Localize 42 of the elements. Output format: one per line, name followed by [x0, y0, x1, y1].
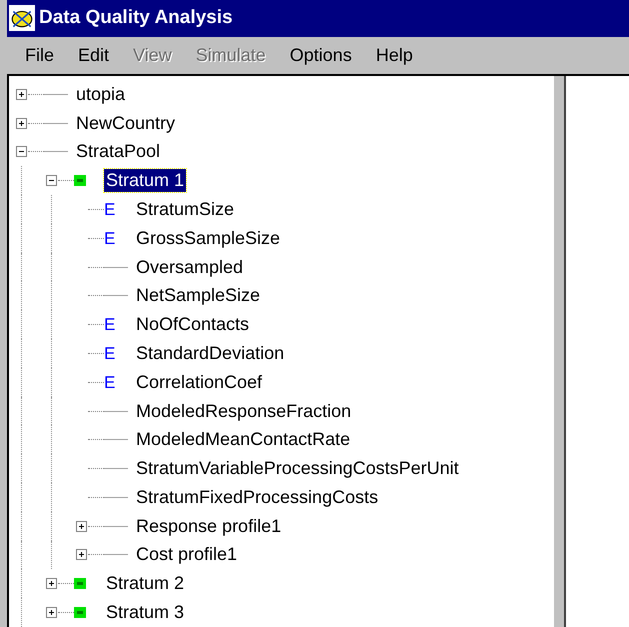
tree-item[interactable]: NewCountry: [74, 112, 178, 135]
tree-item[interactable]: StratumFixedProcessingCosts: [134, 486, 380, 509]
tree-item[interactable]: StratumSize: [134, 198, 236, 221]
tree-item[interactable]: StratumVariableProcessingCostsPerUnit: [134, 457, 461, 480]
expand-toggle-icon[interactable]: [16, 88, 27, 100]
window-title: Data Quality Analysis: [39, 7, 233, 30]
variable-letter: E: [104, 316, 116, 334]
tree-item[interactable]: Stratum 3: [104, 601, 186, 624]
variable-letter: E: [104, 344, 116, 362]
tree-item[interactable]: ModeledMeanContactRate: [134, 428, 352, 452]
stratum-icon: [74, 607, 86, 618]
expand-toggle-icon[interactable]: [76, 520, 87, 532]
tree-item[interactable]: GrossSampleSize: [134, 226, 282, 250]
menu-item[interactable]: File: [13, 44, 66, 66]
stratum-icon: [74, 578, 86, 590]
variable-letter: E: [104, 230, 116, 247]
stratum-icon: [74, 175, 86, 186]
tree-item[interactable]: NetSampleSize: [134, 284, 262, 308]
menu-item[interactable]: Options: [278, 44, 364, 66]
tree-item[interactable]: Oversampled: [134, 256, 246, 279]
expand-toggle-icon[interactable]: [46, 175, 57, 186]
tree-item[interactable]: Cost profile1: [134, 543, 240, 566]
tree-item[interactable]: utopia: [74, 82, 128, 106]
expand-toggle-icon[interactable]: [16, 146, 27, 158]
expand-toggle-icon[interactable]: [46, 607, 57, 618]
tree-item[interactable]: ModeledResponseFraction: [134, 400, 354, 422]
variable-letter: E: [104, 374, 116, 391]
app-icon: [9, 5, 35, 32]
menu-item[interactable]: Edit: [66, 44, 122, 66]
tree-item[interactable]: NoOfContacts: [134, 313, 252, 336]
expand-toggle-icon[interactable]: [16, 118, 27, 129]
splitter[interactable]: [553, 76, 566, 627]
tree-item[interactable]: StrataPool: [74, 140, 162, 164]
menu-item[interactable]: Help: [364, 44, 425, 66]
tree-item[interactable]: Stratum 2: [104, 572, 186, 596]
expand-toggle-icon[interactable]: [46, 578, 57, 590]
tree-item[interactable]: CorrelationCoef: [134, 370, 264, 394]
expand-toggle-icon[interactable]: [76, 549, 87, 560]
tree-item[interactable]: StandardDeviation: [134, 342, 286, 365]
tree-item[interactable]: Stratum 1: [104, 169, 186, 192]
variable-letter: E: [104, 200, 116, 218]
tree-item[interactable]: Response profile1: [134, 514, 284, 538]
